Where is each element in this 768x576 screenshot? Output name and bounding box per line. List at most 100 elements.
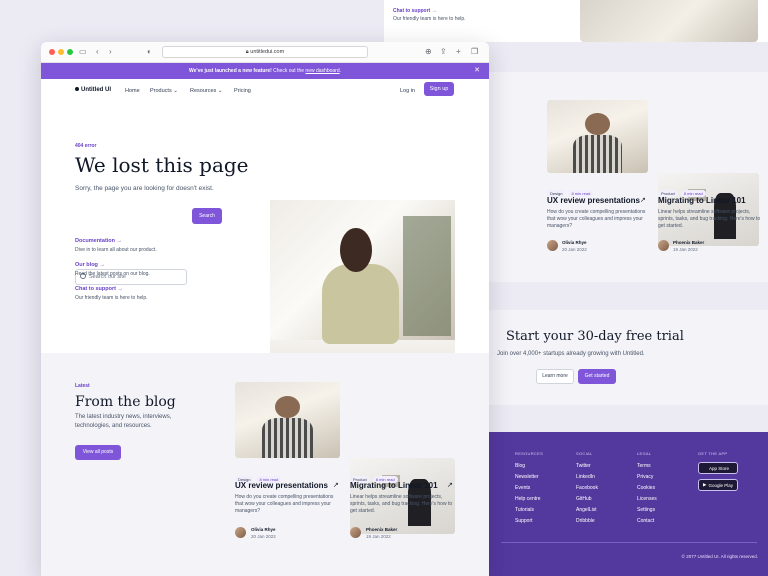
background-blog-section: Design 8 min read UX review presentations… (489, 72, 768, 282)
blog-section: Latest From the blog The latest industry… (41, 353, 489, 576)
bg-post-author-1: Olivia Rhye (562, 240, 587, 245)
footer-link[interactable]: Blog (515, 463, 543, 469)
post-date-1: 20 Jan 2022 (251, 534, 276, 539)
footer-link[interactable]: Contact (637, 518, 657, 524)
app-store-button[interactable]: App Store (698, 462, 738, 474)
background-top-card: Chat to support → Our friendly team is h… (384, 0, 768, 42)
bg-hero-image-thumb (580, 0, 758, 42)
footer-heading: LEGAL (637, 451, 652, 456)
cta-title: Start your 30-day free trial (506, 329, 684, 344)
footer-link[interactable]: Newsletter (515, 474, 543, 480)
arrow-up-right-icon[interactable]: ↗ (640, 196, 646, 204)
chevron-down-icon: ⌄ (173, 88, 178, 94)
footer-link[interactable]: Cookies (637, 485, 657, 491)
page-subtitle: Sorry, the page you are looking for does… (75, 185, 214, 192)
footer-column-legal: LEGAL Terms Privacy Cookies Licenses Set… (637, 451, 657, 524)
avatar (350, 527, 361, 538)
footer-link[interactable]: Support (515, 518, 543, 524)
login-button[interactable]: Log in (400, 88, 415, 94)
chat-support-link[interactable]: Chat to support → (75, 286, 123, 292)
nav-item-products[interactable]: Products ⌄ (150, 88, 178, 94)
close-icon[interactable]: ✕ (474, 63, 480, 79)
search-button[interactable]: Search (192, 208, 222, 224)
post-desc-1: How do you create compelling presentatio… (235, 494, 334, 514)
footer-column-social: SOCIAL Twitter LinkedIn Facebook GitHub … (576, 451, 598, 524)
shield-icon[interactable]: ◐ (147, 47, 152, 57)
nav-item-resources[interactable]: Resources ⌄ (190, 88, 222, 94)
avatar (547, 240, 558, 251)
get-started-button[interactable]: Get started (578, 369, 616, 384)
post-title-2[interactable]: Migrating to Linear 101 (350, 481, 438, 490)
banner-end: . (339, 68, 342, 74)
footer-link[interactable]: Events (515, 485, 543, 491)
post-author-1: Olivia Rhye (251, 527, 276, 532)
footer: RESOURCES Blog Newsletter Events Help ce… (489, 432, 768, 576)
post-title-1[interactable]: UX review presentations (235, 481, 328, 490)
footer-link[interactable]: Help centre (515, 496, 543, 502)
share-icon[interactable]: ⇪ (440, 47, 447, 57)
learn-more-button[interactable]: Learn more (536, 369, 574, 384)
footer-link[interactable]: Dribbble (576, 518, 598, 524)
footer-link[interactable]: LinkedIn (576, 474, 598, 480)
footer-link[interactable]: Settings (637, 507, 657, 513)
nav-item-pricing[interactable]: Pricing (234, 88, 251, 94)
footer-link[interactable]: Licenses (637, 496, 657, 502)
address-bar[interactable]: 🔒︎ untitledui.com (162, 46, 368, 58)
top-navigation: Untitled UI Home Products ⌄ Resources ⌄ … (41, 79, 489, 103)
download-icon[interactable]: ⊕ (425, 47, 432, 57)
forward-arrow-icon[interactable]: › (109, 47, 112, 57)
arrow-up-right-icon[interactable]: ↗ (333, 481, 339, 489)
logo[interactable]: Untitled UI (75, 87, 111, 93)
maximize-window-button[interactable] (67, 49, 73, 55)
bg-post-title-1[interactable]: UX review presentations (547, 196, 640, 205)
footer-link[interactable]: Privacy (637, 474, 657, 480)
bg-post-title-2[interactable]: Migrating to Linear 101 (658, 196, 746, 205)
blog-link[interactable]: Our blog → (75, 262, 105, 268)
footer-app-column: GET THE APP App Store ▶ Google Play (698, 451, 738, 491)
new-tab-icon[interactable]: + (456, 47, 461, 57)
announcement-banner: We've just launched a new feature! Check… (41, 63, 489, 79)
close-window-button[interactable] (49, 49, 55, 55)
post-date-2: 19 Jan 2022 (366, 534, 391, 539)
app-store-label: App Store (708, 465, 729, 471)
back-arrow-icon[interactable]: ‹ (96, 47, 99, 57)
footer-column-resources: RESOURCES Blog Newsletter Events Help ce… (515, 451, 543, 524)
banner-bold-text: We've just launched a new feature! (188, 68, 272, 74)
url-text: untitledui.com (250, 49, 285, 55)
footer-divider (501, 542, 757, 543)
footer-heading: GET THE APP (698, 451, 728, 456)
banner-link[interactable]: new dashboard (305, 68, 339, 74)
minimize-window-button[interactable] (58, 49, 64, 55)
nav-item-home[interactable]: Home (125, 88, 140, 94)
bg-post-date-1: 20 Jan 2022 (562, 247, 587, 252)
chat-support-desc: Our friendly team is here to help. (75, 295, 148, 301)
blog-title: From the blog (75, 394, 176, 410)
error-code-label: 404 error (75, 143, 97, 149)
play-icon: ▶ (703, 482, 707, 487)
bg-chat-support-desc: Our friendly team is here to help. (393, 16, 466, 22)
footer-link[interactable]: Terms (637, 463, 657, 469)
view-all-posts-button[interactable]: View all posts (75, 445, 121, 460)
sidebar-icon[interactable]: ▭ (79, 47, 87, 57)
footer-link[interactable]: Twitter (576, 463, 598, 469)
signup-button[interactable]: Sign up (424, 82, 454, 96)
blog-desc: Read the latest posts on our blog. (75, 271, 150, 277)
documentation-link[interactable]: Documentation → (75, 238, 122, 244)
post-image-1[interactable] (235, 382, 340, 458)
footer-link[interactable]: GitHub (576, 496, 598, 502)
chevron-down-icon: ⌄ (217, 88, 223, 94)
footer-link[interactable]: AngelList (576, 507, 598, 513)
footer-link[interactable]: Facebook (576, 485, 598, 491)
avatar (235, 527, 246, 538)
arrow-up-right-icon[interactable]: ↗ (447, 481, 453, 489)
google-play-button[interactable]: ▶ Google Play (698, 479, 738, 491)
documentation-desc: Dive in to learn all about our product. (75, 247, 157, 253)
tabs-overview-icon[interactable]: ❐ (471, 47, 478, 57)
page-title: We lost this page (75, 153, 249, 177)
bg-post-author-2: Phoenix Baker (673, 240, 705, 245)
bg-post-desc-1: How do you create compelling presentatio… (547, 209, 646, 229)
bg-post-image-1[interactable] (547, 100, 648, 173)
bg-chat-support-link[interactable]: Chat to support → (393, 8, 437, 14)
footer-link[interactable]: Tutorials (515, 507, 543, 513)
cta-subtitle: Join over 4,000+ startups already growin… (497, 351, 645, 357)
